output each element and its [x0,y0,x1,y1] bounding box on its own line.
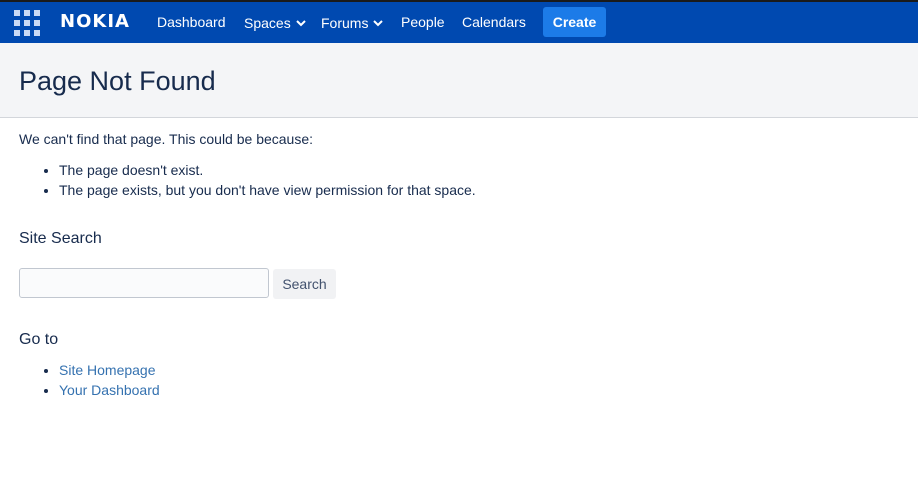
list-item: Site Homepage [59,360,160,380]
go-to-links: Site Homepage Your Dashboard [19,360,160,400]
nav-forums[interactable]: Forums [321,2,384,43]
intro-text: We can't find that page. This could be b… [19,131,314,147]
page-title: Page Not Found [19,66,216,96]
app-switcher-grid-icon[interactable] [14,10,40,36]
your-dashboard-link[interactable]: Your Dashboard [59,382,160,398]
create-button[interactable]: Create [543,7,606,37]
site-homepage-link[interactable]: Site Homepage [59,362,156,378]
site-search-input[interactable] [19,268,269,298]
nav-people[interactable]: People [401,2,445,43]
nav-calendars[interactable]: Calendars [462,2,526,43]
nokia-logo[interactable]: NOKIA [60,11,130,33]
nav-people-label: People [401,14,445,30]
list-item: Your Dashboard [59,380,160,400]
nav-calendars-label: Calendars [462,14,526,30]
go-to-heading: Go to [19,331,59,348]
list-item: The page exists, but you don't have view… [59,180,476,200]
page-header: Page Not Found [0,43,918,118]
nav-dashboard[interactable]: Dashboard [157,2,226,43]
list-item: The page doesn't exist. [59,160,476,180]
nav-dashboard-label: Dashboard [157,14,226,30]
reasons-list: The page doesn't exist. The page exists,… [19,160,476,200]
site-search-heading: Site Search [19,230,102,247]
chevron-down-icon [373,2,384,43]
nav-spaces-label: Spaces [244,15,291,31]
nav-spaces[interactable]: Spaces [244,2,306,43]
search-button[interactable]: Search [273,269,336,299]
nav-forums-label: Forums [321,15,369,31]
chevron-down-icon [295,2,306,43]
top-navigation-bar: NOKIA Dashboard Spaces Forums People Cal… [0,0,918,43]
